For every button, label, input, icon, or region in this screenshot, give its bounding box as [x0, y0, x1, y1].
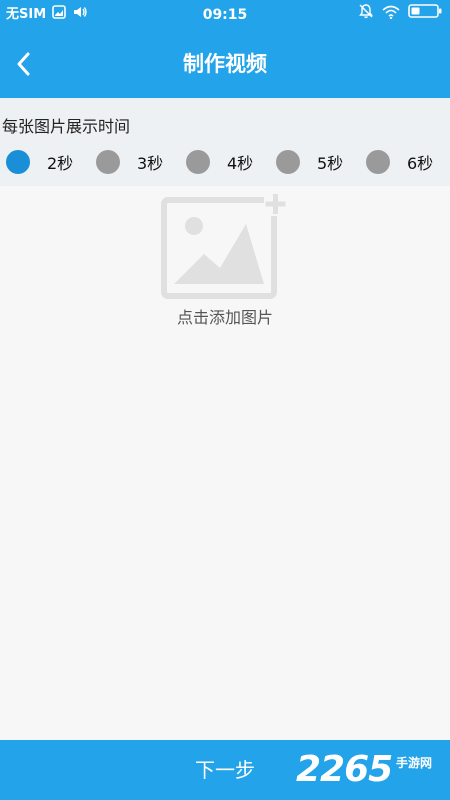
- radio-selected-icon: [6, 150, 30, 174]
- duration-label: 每张图片展示时间: [2, 117, 131, 136]
- duration-option-label: 6秒: [407, 154, 434, 173]
- bell-off-icon: [358, 0, 374, 30]
- duration-option-5s[interactable]: 5秒: [276, 150, 343, 174]
- status-bar: 无SIM 09:15: [0, 0, 450, 30]
- radio-unselected-icon: [276, 150, 300, 174]
- wifi-icon: [382, 0, 400, 30]
- duration-option-label: 3秒: [137, 154, 164, 173]
- duration-option-3s[interactable]: 3秒: [96, 150, 163, 174]
- title-bar: 制作视频: [0, 30, 450, 98]
- duration-option-4s[interactable]: 4秒: [186, 150, 253, 174]
- radio-unselected-icon: [186, 150, 210, 174]
- next-button[interactable]: 下一步 2265 手游网: [0, 740, 450, 800]
- status-right: [350, 0, 442, 30]
- add-image-button[interactable]: 点击添加图片: [150, 192, 300, 332]
- add-image-label: 点击添加图片: [176, 308, 273, 327]
- watermark-logo: 2265 手游网: [296, 748, 446, 792]
- duration-option-6s[interactable]: 6秒: [366, 150, 433, 174]
- duration-option-2s[interactable]: 2秒: [6, 150, 73, 174]
- radio-unselected-icon: [96, 150, 120, 174]
- duration-option-label: 5秒: [317, 154, 344, 173]
- screen: 无SIM 09:15 制作视频 每张图片展示时间 2秒 3秒 4秒 5秒 6秒 …: [0, 0, 450, 800]
- radio-unselected-icon: [366, 150, 390, 174]
- page-title: 制作视频: [183, 52, 267, 76]
- watermark-number: 2265: [296, 749, 393, 790]
- battery-icon: [408, 0, 442, 30]
- duration-option-label: 2秒: [47, 154, 74, 173]
- watermark-text: 手游网: [396, 756, 433, 770]
- duration-option-label: 4秒: [227, 154, 254, 173]
